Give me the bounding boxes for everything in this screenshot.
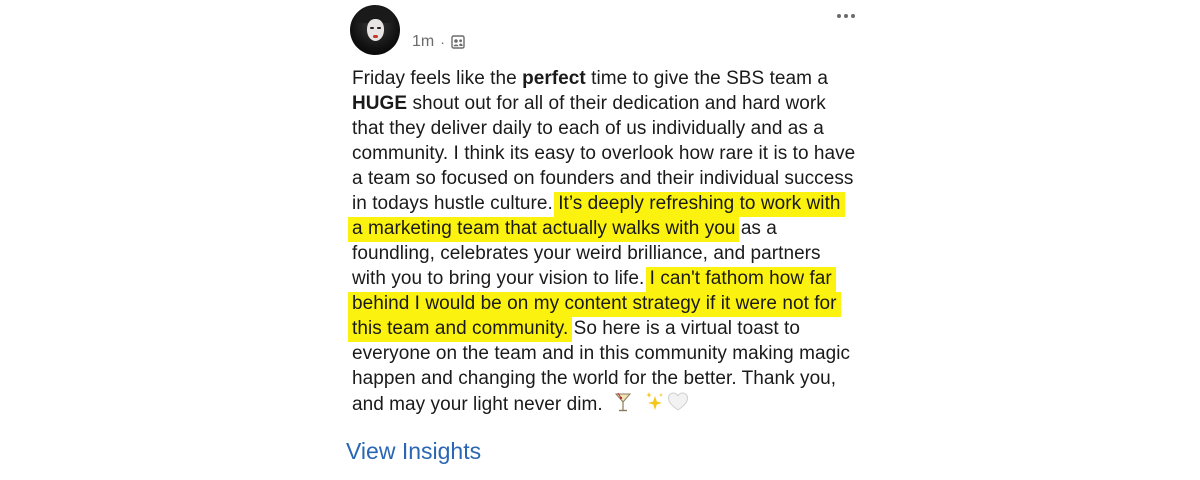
- post-line: that they deliver daily to each of us in…: [352, 118, 824, 139]
- highlighted-text: behind I would be on my content strategy…: [348, 292, 841, 317]
- more-options-button[interactable]: [834, 6, 858, 26]
- post-line: a marketing team that actually walks wit…: [348, 216, 872, 242]
- sparkles-icon: [645, 391, 665, 420]
- feed-post: 1m · Friday feels like the perfect time …: [344, 0, 864, 480]
- post-line: everyone on the team and in this communi…: [352, 343, 851, 364]
- post-line: with you to bring your vision to life. I…: [352, 266, 872, 292]
- post-line: happen and changing the world for the be…: [352, 368, 837, 389]
- highlighted-text: a marketing team that actually walks wit…: [348, 217, 740, 242]
- more-horizontal-icon: [837, 14, 841, 18]
- post-meta: 1m ·: [412, 33, 465, 51]
- post-line: community. I think its easy to overlook …: [352, 143, 856, 164]
- post-line: HUGE shout out for all of their dedicati…: [352, 93, 826, 114]
- author-avatar[interactable]: [350, 5, 400, 55]
- post-line: foundling, celebrates your weird brillia…: [352, 243, 821, 264]
- view-insights-link[interactable]: View Insights: [346, 438, 481, 465]
- white-heart-icon: [667, 391, 689, 420]
- post-body: Friday feels like the perfect time to gi…: [348, 66, 872, 416]
- highlighted-text: It’s deeply refreshing to work with: [554, 192, 845, 217]
- highlighted-text: this team and community.: [348, 317, 573, 342]
- highlighted-text: I can't fathom how far: [645, 267, 836, 292]
- post-timestamp: 1m: [412, 33, 435, 50]
- post-line: Friday feels like the perfect time to gi…: [352, 68, 828, 89]
- post-line: and may your light never dim.: [352, 391, 872, 416]
- post-line: behind I would be on my content strategy…: [348, 291, 872, 317]
- connections-icon: [451, 35, 465, 49]
- post-line: a team so focused on founders and their …: [352, 168, 854, 189]
- post-line: this team and community. So here is a vi…: [348, 316, 872, 342]
- meta-separator: ·: [440, 34, 445, 50]
- post-line: in todays hustle culture. It’s deeply re…: [352, 191, 872, 217]
- cocktail-glass-icon: [614, 391, 631, 420]
